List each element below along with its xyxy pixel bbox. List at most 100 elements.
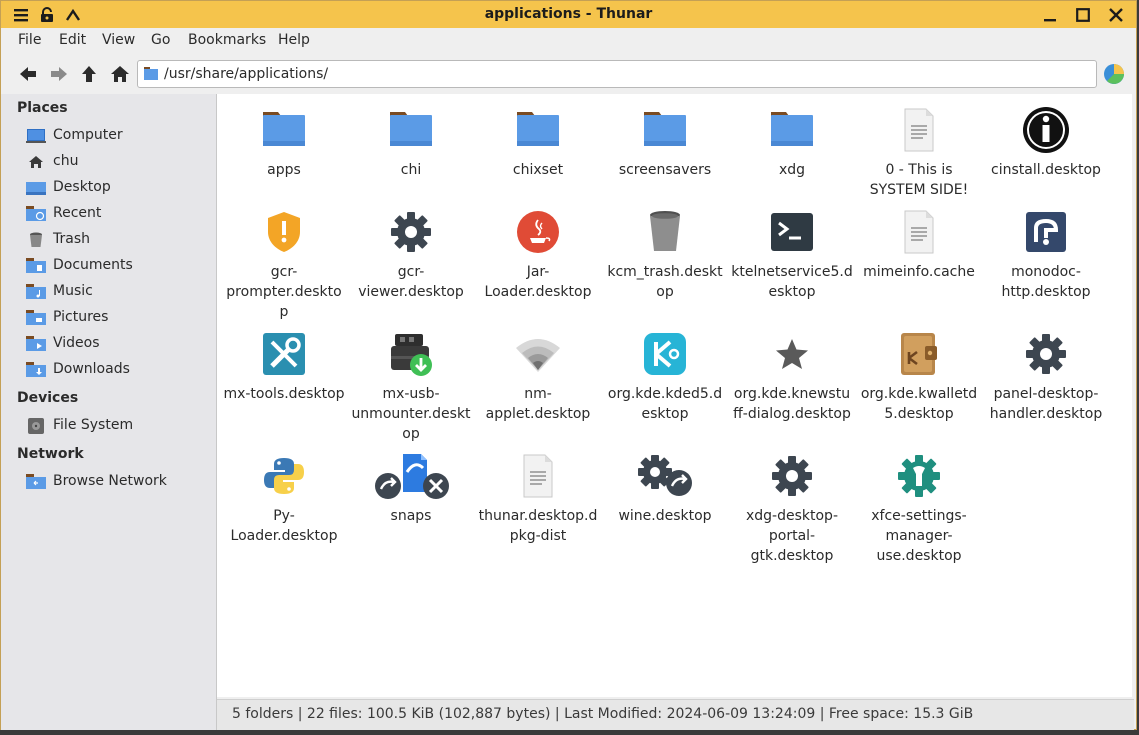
sidebar-item-label: Browse Network — [53, 473, 167, 489]
file-name: monodoc- http.desktop — [1001, 264, 1091, 300]
sidebar: Places Computer chu Desktop Recent Trash… — [1, 94, 217, 730]
file-name: xdg-desktop- portal- gtk.desktop — [745, 508, 838, 564]
file-item[interactable]: kcm_trash.deskt op — [603, 208, 727, 302]
file-name: wine.desktop — [618, 508, 712, 524]
file-item[interactable]: mx-usb- unmounter.deskt op — [349, 330, 473, 444]
back-button[interactable] — [16, 62, 40, 86]
file-item[interactable]: org.kde.kded5.d esktop — [603, 330, 727, 424]
sidebar-item-computer[interactable]: Computer — [23, 125, 213, 147]
network-folder-icon — [26, 474, 46, 489]
up-button[interactable] — [77, 62, 101, 86]
sidebar-item-browse-network[interactable]: Browse Network — [23, 471, 213, 493]
star-icon — [768, 330, 816, 378]
sidebar-item-pictures[interactable]: Pictures — [23, 307, 213, 329]
sidebar-item-desktop[interactable]: Desktop — [23, 177, 213, 199]
file-item[interactable]: chi — [349, 106, 473, 180]
sidebar-item-label: Computer — [53, 127, 123, 143]
forward-button[interactable] — [47, 62, 71, 86]
sidebar-item-music[interactable]: Music — [23, 281, 213, 303]
file-name: thunar.desktop.d pkg-dist — [478, 508, 598, 544]
gear-icon — [768, 452, 816, 500]
file-item[interactable]: chixset — [476, 106, 600, 180]
sidebar-item-label: Videos — [53, 335, 100, 351]
file-name: gcr- viewer.desktop — [358, 264, 464, 300]
file-item[interactable]: xdg-desktop- portal- gtk.desktop — [730, 452, 854, 566]
file-name: xfce-settings- manager- use.desktop — [871, 508, 967, 564]
file-item[interactable]: ktelnetservice5.d esktop — [730, 208, 854, 302]
wifi-icon — [514, 330, 562, 378]
file-item[interactable]: panel-desktop- handler.desktop — [984, 330, 1108, 424]
file-item[interactable]: snaps — [349, 452, 473, 526]
sidebar-item-videos[interactable]: Videos — [23, 333, 213, 355]
title-bar[interactable]: applications - Thunar — [1, 1, 1136, 29]
sidebar-item-label: Pictures — [53, 309, 109, 325]
file-item[interactable]: xdg — [730, 106, 854, 180]
home-button[interactable] — [108, 62, 132, 86]
forward-arrow-icon — [51, 67, 67, 81]
file-item[interactable]: wine.desktop — [603, 452, 727, 526]
kde-icon — [641, 330, 689, 378]
menu-bar: File Edit View Go Bookmarks Help — [1, 28, 1136, 54]
file-item[interactable]: Py- Loader.desktop — [222, 452, 346, 546]
sidebar-item-filesystem[interactable]: File System — [23, 415, 213, 437]
sidebar-item-label: Recent — [53, 205, 102, 221]
recent-folder-icon — [26, 206, 46, 221]
location-bar[interactable]: /usr/share/applications/ — [137, 60, 1097, 88]
menu-file[interactable]: File — [18, 32, 41, 48]
shield-icon — [260, 208, 308, 256]
videos-folder-icon — [26, 336, 46, 351]
desktop-folder-icon — [26, 182, 46, 195]
file-item[interactable]: org.kde.knewstu ff-dialog.desktop — [730, 330, 854, 424]
menu-edit[interactable]: Edit — [59, 32, 86, 48]
folder-icon — [514, 106, 562, 154]
file-item[interactable]: xfce-settings- manager- use.desktop — [857, 452, 981, 566]
file-name: chixset — [512, 162, 564, 178]
thunar-window: applications - Thunar File Edit View Go … — [0, 0, 1137, 730]
file-item[interactable]: org.kde.kwalletd 5.desktop — [857, 330, 981, 424]
drive-icon — [28, 418, 44, 434]
file-name: cinstall.desktop — [991, 162, 1101, 178]
file-item[interactable]: nm- applet.desktop — [476, 330, 600, 424]
menu-go[interactable]: Go — [151, 32, 170, 48]
file-item[interactable]: 0 - This is SYSTEM SIDE! — [857, 106, 981, 200]
sidebar-item-documents[interactable]: Documents — [23, 255, 213, 277]
toolbar: /usr/share/applications/ — [1, 55, 1136, 93]
file-item[interactable]: monodoc- http.desktop — [984, 208, 1108, 302]
file-item[interactable]: gcr- viewer.desktop — [349, 208, 473, 302]
location-path[interactable]: /usr/share/applications/ — [164, 66, 328, 82]
sidebar-item-recent[interactable]: Recent — [23, 203, 213, 225]
sidebar-item-trash[interactable]: Trash — [23, 229, 213, 251]
gear-icon — [1022, 330, 1070, 378]
devices-heading: Devices — [17, 390, 79, 406]
maximize-button[interactable] — [1072, 4, 1093, 25]
menu-bookmarks[interactable]: Bookmarks — [188, 32, 266, 48]
file-name: Py- Loader.desktop — [230, 508, 338, 544]
text-file-icon — [514, 452, 562, 500]
network-heading: Network — [17, 446, 84, 462]
scrollbar[interactable] — [1132, 94, 1136, 697]
file-name: apps — [267, 162, 301, 178]
close-button[interactable] — [1105, 4, 1126, 25]
file-item[interactable]: Jar- Loader.desktop — [476, 208, 600, 302]
sidebar-item-downloads[interactable]: Downloads — [23, 359, 213, 381]
text-file-icon — [895, 106, 943, 154]
downloads-folder-icon — [26, 362, 46, 377]
file-item[interactable]: mx-tools.desktop — [222, 330, 346, 404]
file-icon-view[interactable]: apps chi chixset screensavers xdg 0 - This is… — [217, 94, 1134, 697]
file-name: org.kde.kwalletd 5.desktop — [860, 386, 978, 422]
sidebar-item-chu[interactable]: chu — [23, 151, 213, 173]
file-item[interactable]: thunar.desktop.d pkg-dist — [476, 452, 600, 546]
file-item[interactable]: mimeinfo.cache — [857, 208, 981, 282]
menu-view[interactable]: View — [102, 32, 135, 48]
file-item[interactable]: cinstall.desktop — [984, 106, 1108, 180]
menu-help[interactable]: Help — [278, 32, 310, 48]
file-item[interactable]: gcr- prompter.deskto p — [222, 208, 346, 322]
minimize-button[interactable] — [1039, 4, 1060, 25]
folder-icon — [260, 106, 308, 154]
file-item[interactable]: apps — [222, 106, 346, 180]
file-item[interactable]: screensavers — [603, 106, 727, 180]
java-icon — [514, 208, 562, 256]
folder-icon — [641, 106, 689, 154]
wallet-icon — [895, 330, 943, 378]
disk-usage-button[interactable] — [1102, 62, 1126, 86]
